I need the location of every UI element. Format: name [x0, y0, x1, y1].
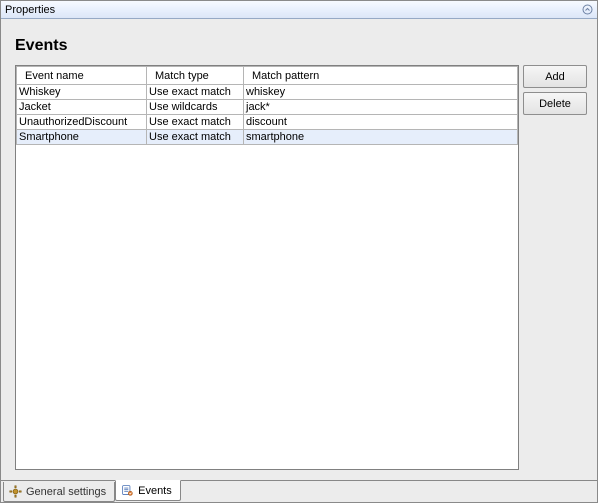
tab-general-settings[interactable]: General settings: [3, 482, 115, 502]
properties-panel: Properties Events Event name Match type: [0, 0, 598, 503]
add-button[interactable]: Add: [523, 65, 587, 88]
col-header-match-type[interactable]: Match type: [147, 67, 244, 85]
events-table-wrap[interactable]: Event name Match type Match pattern Whis…: [15, 65, 519, 470]
cell-match-type[interactable]: Use exact match: [147, 115, 244, 130]
events-table: Event name Match type Match pattern Whis…: [16, 66, 518, 145]
tab-label: General settings: [26, 486, 106, 498]
titlebar: Properties: [1, 1, 597, 19]
gear-icon: [8, 485, 22, 499]
delete-button[interactable]: Delete: [523, 92, 587, 115]
col-header-event-name[interactable]: Event name: [17, 67, 147, 85]
cell-match-type[interactable]: Use wildcards: [147, 100, 244, 115]
titlebar-title: Properties: [5, 4, 55, 16]
tab-label: Events: [138, 485, 172, 497]
cell-match-pattern[interactable]: whiskey: [244, 85, 518, 100]
table-row[interactable]: WhiskeyUse exact matchwhiskey: [17, 85, 518, 100]
cell-match-type[interactable]: Use exact match: [147, 130, 244, 145]
button-column: Add Delete: [523, 65, 587, 470]
cell-event-name[interactable]: Jacket: [17, 100, 147, 115]
col-header-match-pattern[interactable]: Match pattern: [244, 67, 518, 85]
table-row[interactable]: UnauthorizedDiscountUse exact matchdisco…: [17, 115, 518, 130]
cell-event-name[interactable]: Smartphone: [17, 130, 147, 145]
tab-bar: General settings Events: [1, 480, 597, 502]
section-heading: Events: [5, 23, 593, 65]
cell-event-name[interactable]: Whiskey: [17, 85, 147, 100]
table-row[interactable]: SmartphoneUse exact matchsmartphone: [17, 130, 518, 145]
content-area: Events Event name Match type Match patte…: [1, 19, 597, 480]
cell-match-pattern[interactable]: jack*: [244, 100, 518, 115]
tab-events[interactable]: Events: [115, 480, 181, 501]
collapse-icon[interactable]: [581, 3, 593, 15]
cell-event-name[interactable]: UnauthorizedDiscount: [17, 115, 147, 130]
table-row[interactable]: JacketUse wildcardsjack*: [17, 100, 518, 115]
cell-match-pattern[interactable]: smartphone: [244, 130, 518, 145]
cell-match-pattern[interactable]: discount: [244, 115, 518, 130]
events-icon: [120, 484, 134, 498]
cell-match-type[interactable]: Use exact match: [147, 85, 244, 100]
